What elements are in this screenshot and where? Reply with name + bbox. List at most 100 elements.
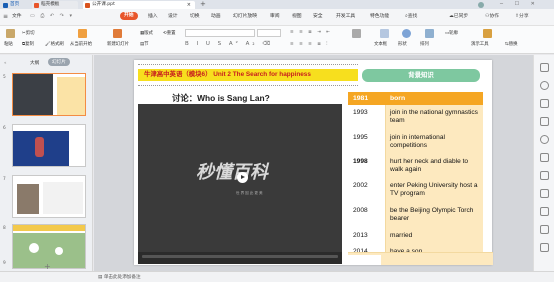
share-panel-icon[interactable] [540,153,549,162]
slide-number: 9 [3,261,6,266]
animation-icon[interactable] [540,99,549,108]
video-subtitle: 世界因此更美 [236,191,264,195]
slide-number: 6 [3,126,6,131]
paragraph-buttons[interactable]: ≡ ≡ ≣ ⇥ ⇤ [290,30,332,35]
slide-number: 7 [3,177,6,182]
zoom-icon[interactable] [540,243,549,252]
copy-button[interactable]: ⧉复制 [22,41,34,47]
arrange-icon[interactable] [425,29,434,38]
home-icon [3,2,8,8]
menu-review[interactable]: 审阅 [270,13,280,21]
video-progress-bar[interactable] [142,255,338,258]
menu-bar: ≡ 文件 ▭ ⎙ ↶ ↷ ▾ 开始 插入 设计 切换 动画 幻灯片放映 审阅 视… [0,9,554,26]
video-player[interactable]: 秒懂百科 世界因此更美 [138,104,342,264]
play-tools-button[interactable]: 演示工具 [471,41,489,47]
menu-design[interactable]: 设计 [168,13,178,21]
timeline-event: join in international competitions [390,134,445,149]
slide-panel: 大纲 幻灯片 « 5 6 7 8 9 + [0,55,93,271]
collab-button[interactable]: ⚇协作 [485,13,499,21]
tab-outline[interactable]: 大纲 [30,60,39,66]
play-icon[interactable] [237,172,248,183]
arrange-button[interactable]: 排列 [420,41,429,47]
avatar[interactable] [478,2,484,8]
menu-special[interactable]: 特色功能 [370,13,389,21]
slide-header-title: 牛津高中英语（模块6） Unit 2 The Search for happin… [138,69,358,81]
new-tab-icon[interactable]: + [200,0,206,9]
from-current-button[interactable]: 从当前开始 [70,41,92,47]
play-tools-icon[interactable] [483,29,492,38]
slide: 牛津高中英语（模块6） Unit 2 The Search for happin… [134,60,492,265]
menu-security[interactable]: 安全 [313,13,323,21]
timeline-year: 2008 [353,207,368,214]
replace-button[interactable]: ⇆替换 [505,41,517,47]
tab-template[interactable]: 稻壳模板 [32,1,78,9]
section-button[interactable]: ▤节 [140,41,149,47]
menu-developer[interactable]: 开发工具 [336,13,355,21]
timeline-header-year: 1981 [348,92,386,105]
quick-access-icons[interactable]: ▭ ⎙ ↶ ↷ ▾ [30,13,74,19]
tab-file[interactable]: 公开课.ppt × [83,1,195,9]
font-style-buttons[interactable]: B I U S A² A₂ ⌫ [185,41,273,47]
add-slide-icon[interactable]: + [44,263,51,271]
video-brand-logo: 秒懂百科 [196,162,268,183]
window-controls[interactable]: ─ ☐ ✕ [500,0,540,9]
hamburger-icon[interactable]: ≡ [3,13,8,20]
share-button[interactable]: ⇪分享 [515,13,529,21]
panel-collapse-icon[interactable]: « [4,60,6,65]
transition-icon[interactable] [540,117,549,126]
font-name-select[interactable] [185,29,255,37]
slide-thumbnail-5[interactable] [12,73,86,116]
settings-icon[interactable] [540,189,549,198]
menu-view[interactable]: 视图 [292,13,302,21]
timeline-year: 1995 [353,134,368,141]
backup-icon[interactable] [540,135,549,144]
menu-file[interactable]: 文件 [12,13,22,21]
timeline-event: enter Peking University host a TV progra… [390,182,478,197]
slide-number: 8 [3,226,6,231]
close-tab-icon[interactable]: × [187,1,191,9]
text-direction-icon[interactable] [352,29,361,38]
ribbon-toolbar: 粘贴 ✂剪切 ⧉复制 🖌格式刷 从当前开始 新建幻灯片 ▦版式 ▤节 ⟲重置 B… [0,26,554,54]
play-from-current-icon[interactable] [78,29,87,38]
object-properties-icon[interactable] [540,63,549,72]
menu-transitions[interactable]: 切换 [190,13,200,21]
reset-button[interactable]: ⟲重置 [163,30,175,36]
format-painter-button[interactable]: 🖌格式刷 [45,41,64,47]
tab-slides[interactable]: 幻灯片 [48,58,70,66]
timeline-year [348,255,381,265]
menu-insert[interactable]: 插入 [148,13,158,21]
help-icon[interactable] [540,171,549,180]
outline-button[interactable]: ▭轮廓 [445,30,458,36]
menu-slideshow[interactable]: 幻灯片放映 [233,13,257,21]
new-slide-icon[interactable] [113,29,122,38]
sync-status[interactable]: ☁已同步 [449,13,468,21]
background-knowledge-button[interactable]: 背景知识 [362,69,480,82]
textbox-icon[interactable] [380,29,389,38]
layout-button[interactable]: ▦版式 [140,30,153,36]
timeline-event: be the Beijing Olympic Torch bearer [390,207,474,222]
new-slide-button[interactable]: 新建幻灯片 [107,41,129,47]
shapes-button[interactable]: 形状 [398,41,407,47]
ppt-file-icon [85,2,90,8]
slide-number: 5 [3,75,6,80]
cut-button[interactable]: ✂剪切 [22,30,34,36]
more-icon[interactable] [540,207,549,216]
shapes-icon[interactable] [402,29,411,38]
textbox-button[interactable]: 文本框 [374,41,387,47]
template-icon [34,2,39,8]
timeline-year: 1993 [353,109,368,116]
window-tab-bar: 首页 稻壳模板 公开课.ppt × + ─ ☐ ✕ [0,0,554,9]
paste-button[interactable]: 粘贴 [4,41,13,47]
menu-animations[interactable]: 动画 [211,13,221,21]
design-icon[interactable] [540,81,549,90]
slide-thumbnail-6[interactable] [12,124,86,167]
font-size-select[interactable] [257,29,281,37]
slide-thumbnail-7[interactable] [12,175,86,218]
search-button[interactable]: ⌕查找 [405,13,417,21]
notes-placeholder[interactable]: ▤ 单击此处添加备注 [98,273,141,282]
menu-start[interactable]: 开始 [120,12,138,20]
tab-home[interactable]: 首页 [1,1,27,9]
paste-icon[interactable] [6,29,15,38]
sound-icon[interactable] [540,225,549,234]
alignment-buttons[interactable]: ≡ ≡ ≡ ≣ ⫶ [290,41,329,47]
